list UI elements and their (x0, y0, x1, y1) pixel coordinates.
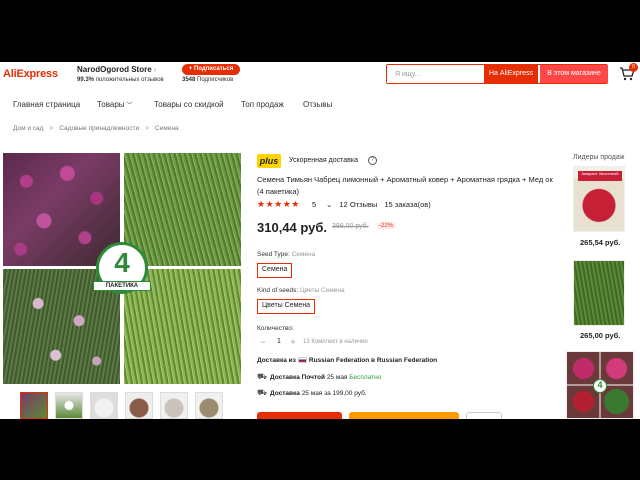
store-rating: 99.3% положительных отзывов (77, 77, 164, 83)
pack-count-badge: 4 ПАКЕТИКА (93, 242, 151, 294)
product-gallery[interactable]: 4 ПАКЕТИКА (3, 153, 241, 384)
delivery-option-express: Доставка 25 мая за 199,00 руб. (270, 390, 367, 397)
chevron-right-icon: > (145, 125, 149, 132)
truck-icon: ⛟ (257, 388, 268, 397)
store-nav: Главная страница Товары ﹀ Товары со скидк… (0, 100, 640, 114)
thumbnail[interactable] (195, 392, 223, 419)
russia-flag-icon (297, 357, 307, 364)
search-aliexpress-button[interactable]: На AliExpress (484, 65, 538, 83)
nav-reviews[interactable]: Отзывы (303, 100, 332, 109)
current-price: 310,44 руб. (257, 220, 328, 235)
product-title: Семена Тимьян Чабрец лимонный + Ароматны… (257, 175, 553, 196)
kind-of-seeds-option[interactable]: Цветы Семена (257, 299, 316, 314)
search-input[interactable] (387, 65, 483, 83)
nav-top-sales[interactable]: Топ продаж (241, 100, 284, 109)
search-bar: На AliExpress В этом магазине (386, 64, 608, 84)
thumbnail[interactable] (160, 392, 188, 419)
nav-products[interactable]: Товары ﹀ (97, 100, 133, 109)
breadcrumb-item[interactable]: Дом и сад (13, 125, 43, 132)
bestseller-item-price[interactable]: 265,00 руб. (580, 331, 620, 340)
page-viewport: AliExpress NarodOgorod Store › 99.3% поло… (0, 62, 640, 419)
thumbnail-strip (20, 392, 230, 419)
nav-home[interactable]: Главная страница (13, 100, 80, 109)
seed-type-option[interactable]: Семена (257, 263, 293, 278)
wishlist-button[interactable] (466, 412, 502, 419)
search-store-button[interactable]: В этом магазине (540, 65, 608, 83)
orders-count: 15 заказа(ов) (384, 200, 431, 209)
stock-text: 13 Комплект в наличии (303, 339, 368, 345)
header: AliExpress NarodOgorod Store › 99.3% поло… (0, 62, 640, 92)
add-to-cart-button[interactable] (349, 412, 459, 419)
rating-value: 5 (312, 200, 317, 209)
cart-button[interactable]: 0 (619, 63, 638, 82)
breadcrumb-item[interactable]: Семена (155, 125, 179, 132)
thumbnail[interactable] (20, 392, 48, 419)
quantity-plus-button[interactable]: + (287, 336, 299, 348)
chevron-down-icon: ﹀ (126, 103, 133, 109)
fast-delivery-label: Ускоренная доставка (289, 157, 358, 164)
plus-logo: plus (257, 154, 281, 168)
chevron-right-icon: > (49, 125, 54, 132)
buy-now-button[interactable] (257, 412, 342, 419)
quantity-minus-button[interactable]: − (257, 336, 269, 348)
info-icon[interactable]: ? (368, 156, 377, 165)
thumbnail[interactable] (125, 392, 153, 419)
bestseller-item-image[interactable]: Амарант Хвостатый (573, 166, 625, 232)
breadcrumb-item[interactable]: Садовые принадлежности (59, 125, 139, 132)
aliexpress-logo[interactable]: AliExpress (3, 68, 58, 80)
bestseller-item-price[interactable]: 265,54 руб. (580, 238, 620, 247)
kind-of-seeds-label: Kind of seeds: Цветы Семена (257, 287, 345, 294)
bestsellers-title: Лидеры продаж (573, 154, 625, 161)
reviews-link[interactable]: 12 Отзывы (339, 200, 377, 209)
discount-badge: -22% (377, 223, 396, 229)
breadcrumb: Дом и сад > Садовые принадлежности > Семена (13, 125, 179, 132)
bestseller-item-label: Амарант Хвостатый (578, 171, 622, 181)
rating-stars: ★★★★★ (257, 199, 300, 209)
shipping-from: Доставка из Russian Federation в Russian … (257, 357, 438, 364)
thumbnail[interactable] (90, 392, 118, 419)
bestseller-item-image[interactable]: 4 (566, 351, 634, 419)
quantity-value[interactable]: 1 (273, 338, 285, 345)
old-price: 398,00 руб. (332, 223, 369, 230)
pack-count-badge: 4 (593, 379, 607, 393)
truck-icon: ⛟ (257, 372, 268, 381)
bestseller-item-image[interactable] (573, 260, 625, 326)
cart-count-badge: 0 (629, 63, 638, 72)
store-subscribers: 3548 Подписчиков (182, 77, 234, 83)
subscribe-button[interactable]: + Подписаться (182, 64, 240, 75)
quantity-label: Количество: (257, 325, 294, 332)
store-name-link[interactable]: NarodOgorod Store › (77, 65, 156, 74)
rating-details: ⌄ 12 Отзывы 15 заказа(ов) (326, 200, 436, 209)
thumbnail[interactable] (55, 392, 83, 419)
chevron-down-icon[interactable]: ⌄ (326, 200, 332, 209)
chevron-right-icon: › (153, 65, 157, 74)
nav-discounts[interactable]: Товары со скидкой (154, 100, 224, 109)
store-name: NarodOgorod Store (77, 65, 152, 74)
seed-type-label: Seed Type: Семена (257, 251, 316, 258)
delivery-option-post: Доставка Почтой 25 мая Бесплатно (270, 374, 382, 381)
